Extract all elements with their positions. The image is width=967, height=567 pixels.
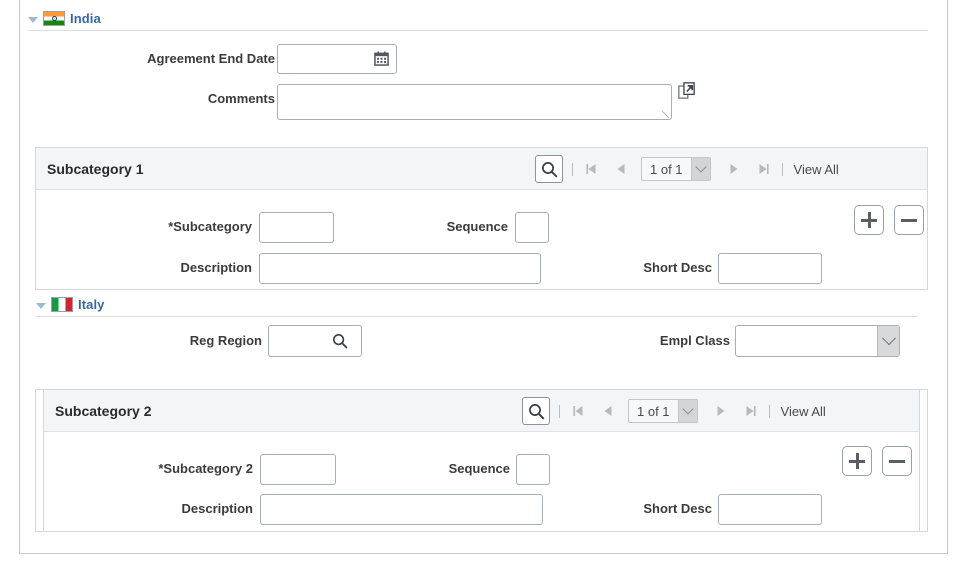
delete-row-button-subcategory-1[interactable] — [894, 205, 924, 235]
triangle-down-icon[interactable] — [36, 303, 46, 309]
subcategory-1-input[interactable] — [259, 212, 334, 243]
chevron-down-icon[interactable] — [877, 326, 899, 356]
nav-separator — [769, 405, 770, 418]
group-title-subcategory-1: Subcategory 1 — [47, 161, 143, 177]
section-rule-india — [28, 30, 928, 31]
group-title-subcategory-2: Subcategory 2 — [55, 403, 151, 419]
agreement-end-date-input[interactable] — [277, 44, 397, 74]
last-page-icon[interactable] — [755, 158, 773, 180]
description-1-input[interactable] — [259, 253, 541, 284]
label-subcategory-2: *Subcategory 2 — [70, 461, 253, 476]
add-row-button-subcategory-1[interactable] — [854, 205, 884, 235]
label-empl-class: Empl Class — [560, 333, 730, 348]
expand-modal-icon[interactable] — [678, 82, 695, 99]
sequence-1-input[interactable] — [515, 212, 549, 243]
grid-nav-subcategory-2: 1 of 1 View All — [522, 397, 826, 425]
sequence-2-input[interactable] — [516, 454, 550, 485]
subcategory-2-input[interactable] — [260, 454, 336, 485]
search-icon[interactable] — [522, 397, 550, 425]
view-all-link-subcategory-1[interactable]: View All — [792, 162, 839, 177]
chevron-down-icon[interactable] — [678, 400, 697, 422]
label-short-desc-2: Short Desc — [540, 501, 712, 516]
page-selector-subcategory-2[interactable]: 1 of 1 — [628, 399, 698, 423]
nav-separator — [782, 163, 783, 176]
previous-page-icon[interactable] — [599, 400, 617, 422]
label-description-2: Description — [76, 501, 253, 516]
add-row-button-subcategory-2[interactable] — [842, 446, 872, 476]
section-header-italy[interactable]: Italy — [36, 295, 105, 314]
section-header-india[interactable]: India — [28, 9, 101, 28]
first-page-icon[interactable] — [582, 158, 600, 180]
last-page-icon[interactable] — [742, 400, 760, 422]
flag-india-icon — [43, 11, 65, 26]
chevron-down-icon[interactable] — [691, 158, 710, 180]
label-agreement-end-date: Agreement End Date — [90, 51, 275, 66]
grid-nav-subcategory-1: 1 of 1 View All — [535, 155, 839, 183]
nav-separator — [572, 163, 573, 176]
section-title-india: India — [70, 11, 101, 26]
prompt-search-icon[interactable] — [332, 333, 348, 349]
page-selector-subcategory-1[interactable]: 1 of 1 — [641, 157, 711, 181]
next-page-icon[interactable] — [712, 400, 730, 422]
previous-page-icon[interactable] — [612, 158, 630, 180]
next-page-icon[interactable] — [725, 158, 743, 180]
nav-separator — [559, 405, 560, 418]
description-2-input[interactable] — [260, 494, 543, 525]
label-comments: Comments — [90, 91, 275, 106]
short-desc-2-input[interactable] — [718, 494, 822, 525]
section-rule-italy — [36, 316, 918, 317]
delete-row-button-subcategory-2[interactable] — [882, 446, 912, 476]
triangle-down-icon[interactable] — [28, 17, 38, 23]
empl-class-value — [736, 326, 877, 356]
flag-italy-icon — [51, 297, 73, 312]
label-short-desc-1: Short Desc — [540, 260, 712, 275]
comments-textarea[interactable] — [277, 84, 672, 120]
label-sequence-1: Sequence — [330, 219, 508, 234]
label-sequence-2: Sequence — [332, 461, 510, 476]
first-page-icon[interactable] — [569, 400, 587, 422]
label-subcategory-1: *Subcategory — [70, 219, 252, 234]
empl-class-dropdown[interactable] — [735, 325, 900, 357]
label-description-1: Description — [75, 260, 252, 275]
section-title-italy: Italy — [78, 297, 105, 312]
page-indicator: 1 of 1 — [642, 158, 691, 180]
short-desc-1-input[interactable] — [718, 253, 822, 284]
label-reg-region: Reg Region — [90, 333, 262, 348]
view-all-link-subcategory-2[interactable]: View All — [779, 404, 826, 419]
page-indicator: 1 of 1 — [629, 400, 678, 422]
search-icon[interactable] — [535, 155, 563, 183]
